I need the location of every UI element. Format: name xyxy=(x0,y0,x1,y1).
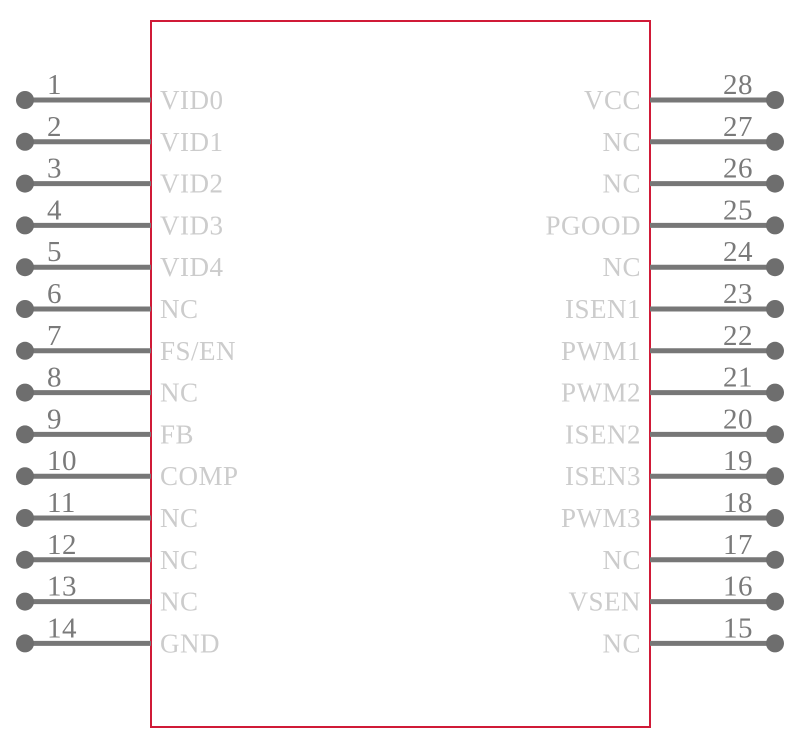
pin-name-label: PWM2 xyxy=(561,378,641,408)
pin-connection-dot[interactable] xyxy=(16,592,34,611)
pin-number-label: 2 xyxy=(47,111,62,143)
pin-number-label: 9 xyxy=(47,403,62,435)
pin-name-label: NC xyxy=(160,294,199,324)
pin-name-label: NC xyxy=(160,587,199,617)
pin-number-label: 18 xyxy=(723,487,753,519)
pin-name-label: VSEN xyxy=(568,587,641,617)
pin-number-label: 19 xyxy=(723,445,753,477)
pin-connection-dot[interactable] xyxy=(16,634,34,653)
pin-name-label: NC xyxy=(602,545,641,575)
pin-connection-dot[interactable] xyxy=(766,174,784,193)
pin-connection-dot[interactable] xyxy=(16,174,34,193)
pin-number-label: 28 xyxy=(723,69,753,101)
pin-connection-dot[interactable] xyxy=(16,132,34,151)
pin-connection-dot[interactable] xyxy=(16,425,34,444)
pin-connection-dot[interactable] xyxy=(766,383,784,402)
pin-number-label: 15 xyxy=(723,612,753,644)
pin-connection-dot[interactable] xyxy=(766,592,784,611)
pin-connection-dot[interactable] xyxy=(16,467,34,486)
pin-name-label: ISEN1 xyxy=(565,294,641,324)
pin-number-label: 6 xyxy=(47,278,62,310)
schematic-symbol: VID0 1 VID1 2 VID2 3 VID3 4 VID4 5 NC 6 FS/EN 7 NC 8 FB 9… xyxy=(0,0,800,748)
pin-connection-dot[interactable] xyxy=(16,550,34,569)
pin-name-label: FB xyxy=(160,419,194,449)
pin-name-label: ISEN2 xyxy=(565,419,641,449)
pin-number-label: 8 xyxy=(47,362,62,394)
pin-name-label: VCC xyxy=(584,85,641,115)
pin-number-label: 26 xyxy=(723,153,753,185)
pin-name-label: VID3 xyxy=(160,210,224,240)
pin-number-label: 23 xyxy=(723,278,753,310)
pin-number-label: 21 xyxy=(723,362,753,394)
pin-number-label: 7 xyxy=(47,320,62,352)
pin-name-label: NC xyxy=(160,378,199,408)
pin-number-label: 17 xyxy=(723,529,753,561)
pin-number-label: 10 xyxy=(47,445,77,477)
pin-name-label: VID2 xyxy=(160,169,224,199)
pin-name-label: NC xyxy=(602,169,641,199)
pin-name-label: ISEN3 xyxy=(565,461,641,491)
pin-connection-dot[interactable] xyxy=(766,509,784,527)
schematic-symbol-canvas: VID0 1 VID1 2 VID2 3 VID3 4 VID4 5 NC 6 FS/EN 7 NC 8 FB 9… xyxy=(0,0,800,748)
pin-number-label: 20 xyxy=(723,403,753,435)
pin-connection-dot[interactable] xyxy=(16,91,34,109)
pin-number-label: 14 xyxy=(47,612,77,644)
pin-name-label: VID1 xyxy=(160,127,224,157)
pin-number-label: 5 xyxy=(47,236,62,268)
pin-connection-dot[interactable] xyxy=(766,91,784,109)
pin-name-label: COMP xyxy=(160,461,239,491)
pin-name-label: FS/EN xyxy=(160,336,236,366)
pin-number-label: 24 xyxy=(723,236,753,268)
pin-name-label: VID0 xyxy=(160,85,224,115)
pin-connection-dot[interactable] xyxy=(766,132,784,151)
pin-connection-dot[interactable] xyxy=(766,258,784,277)
pin-connection-dot[interactable] xyxy=(16,216,34,235)
ic-body-outline xyxy=(150,20,651,728)
pin-connection-dot[interactable] xyxy=(766,341,784,360)
pin-name-label: PWM3 xyxy=(561,503,641,533)
pin-name-label: NC xyxy=(160,545,199,575)
pin-number-label: 4 xyxy=(47,194,62,226)
pin-number-label: 3 xyxy=(47,153,62,185)
pin-connection-dot[interactable] xyxy=(766,216,784,235)
pin-connection-dot[interactable] xyxy=(16,383,34,402)
pin-number-label: 27 xyxy=(723,111,753,143)
pin-connection-dot[interactable] xyxy=(16,509,34,527)
pin-name-label: VID4 xyxy=(160,252,224,282)
pin-number-label: 22 xyxy=(723,320,753,352)
pin-number-label: 11 xyxy=(47,487,76,519)
pin-number-label: 16 xyxy=(723,571,753,603)
pin-name-label: NC xyxy=(602,628,641,658)
pin-name-label: NC xyxy=(160,503,199,533)
pin-connection-dot[interactable] xyxy=(766,634,784,653)
pin-connection-dot[interactable] xyxy=(766,425,784,444)
pin-name-label: NC xyxy=(602,252,641,282)
pin-connection-dot[interactable] xyxy=(766,300,784,318)
pin-connection-dot[interactable] xyxy=(766,467,784,486)
pin-name-label: PWM1 xyxy=(561,336,641,366)
pin-connection-dot[interactable] xyxy=(766,550,784,569)
pin-name-label: NC xyxy=(602,127,641,157)
pin-name-label: GND xyxy=(160,628,220,658)
pin-number-label: 13 xyxy=(47,571,77,603)
pin-number-label: 25 xyxy=(723,194,753,226)
pin-connection-dot[interactable] xyxy=(16,258,34,277)
pin-connection-dot[interactable] xyxy=(16,300,34,318)
pin-connection-dot[interactable] xyxy=(16,341,34,360)
pin-number-label: 1 xyxy=(47,69,62,101)
pin-number-label: 12 xyxy=(47,529,77,561)
pin-name-label: PGOOD xyxy=(545,210,641,240)
